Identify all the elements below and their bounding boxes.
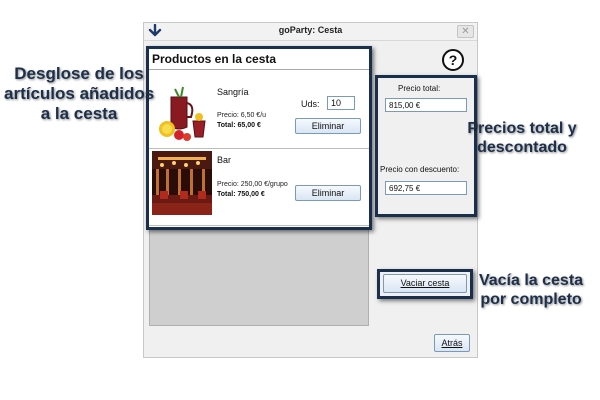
close-button[interactable]: ✕	[457, 25, 474, 38]
annotation-clear: Vacía la cesta por completo	[468, 272, 594, 310]
clear-cart-highlight-frame	[377, 269, 473, 299]
annotation-line: descontado	[477, 138, 567, 156]
annotation-line: Precios total y	[467, 120, 577, 137]
annotation-line: por completo	[480, 290, 582, 308]
annotation-line: a la cesta	[40, 104, 118, 124]
title-bar: goParty: Cesta ✕	[144, 23, 477, 41]
back-button[interactable]: Atrás	[434, 334, 470, 352]
window-title: goParty: Cesta	[278, 25, 343, 35]
help-icon[interactable]: ?	[442, 49, 464, 71]
annotation-line: artículos añadidos	[4, 84, 155, 104]
annotation-line: Vacía la cesta	[478, 272, 584, 289]
annotation-breakdown: Desglose de los artículos añadidos a la …	[4, 64, 154, 124]
products-highlight-frame	[146, 46, 372, 230]
annotation-line: Desglose de los	[14, 64, 144, 83]
annotation-prices: Precios total y descontado	[452, 120, 592, 158]
